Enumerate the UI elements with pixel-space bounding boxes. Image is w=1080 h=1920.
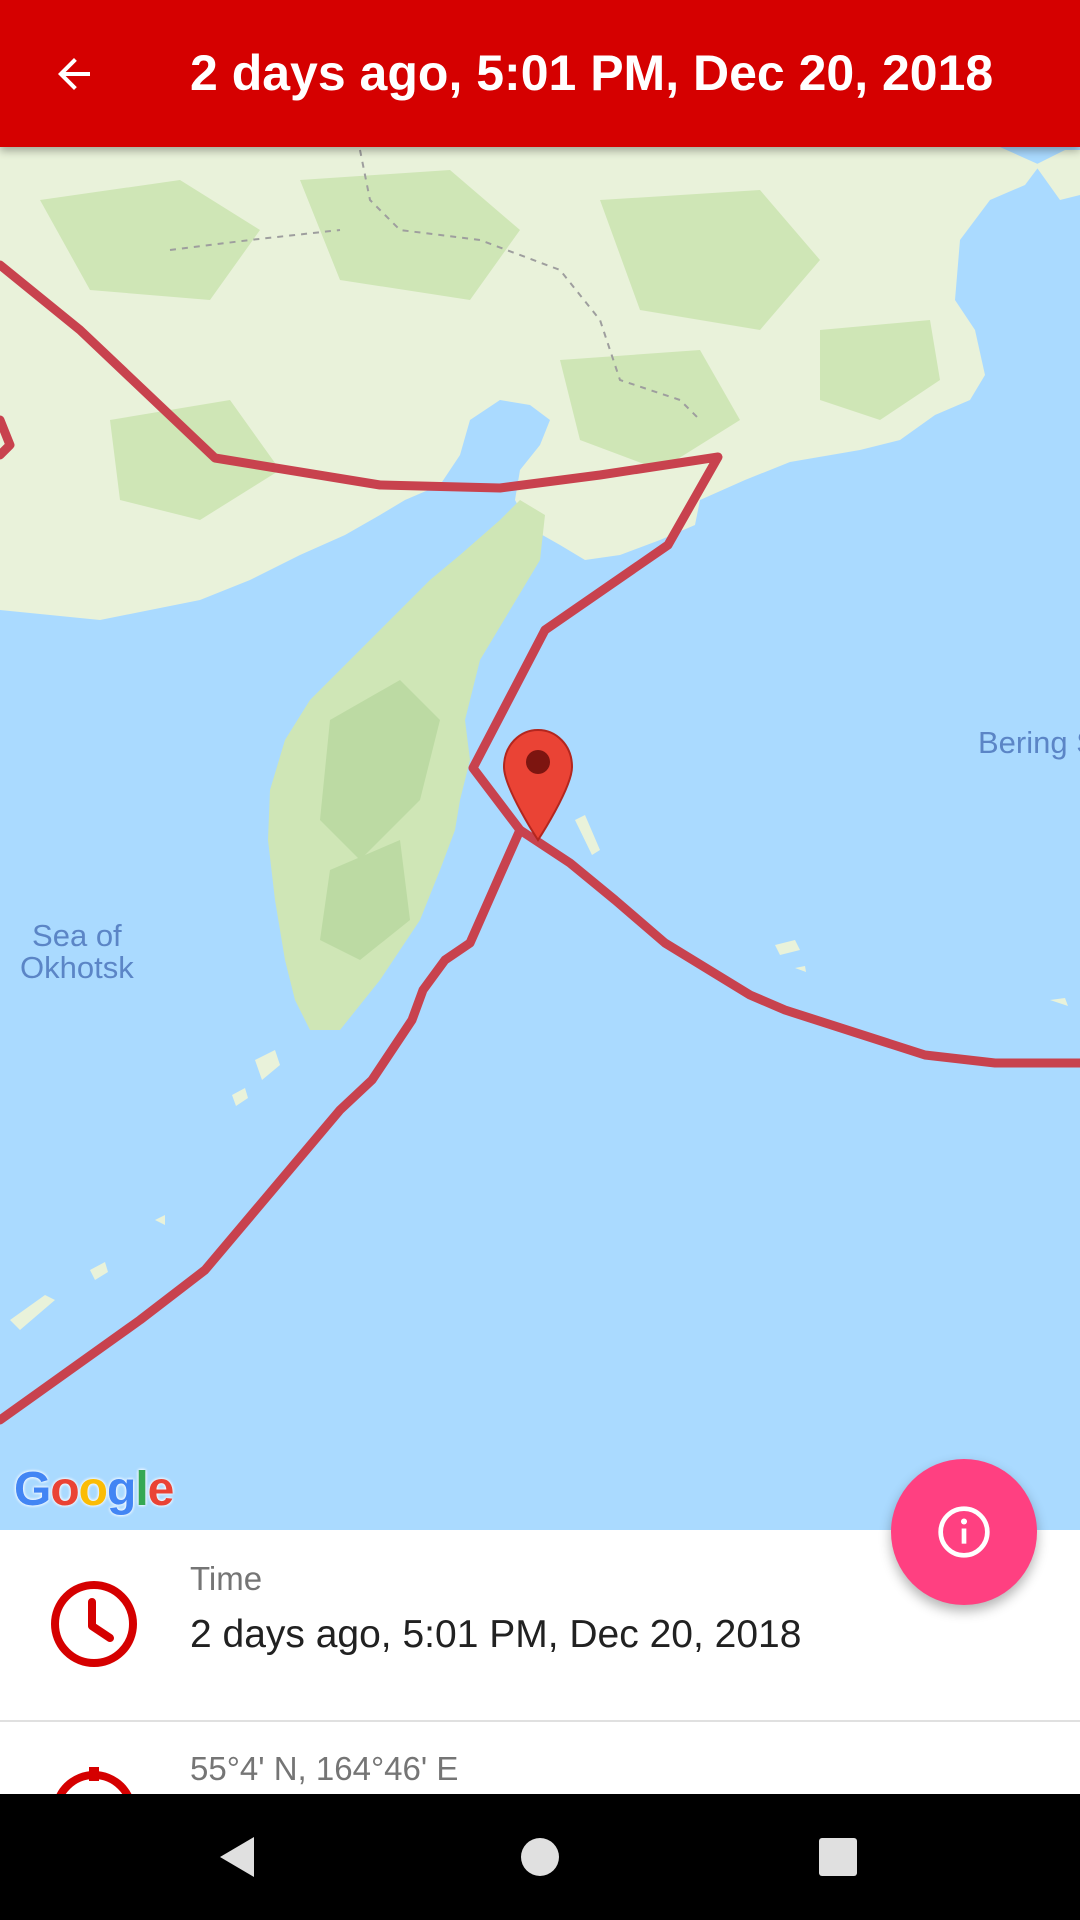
map-label-bering: Bering S xyxy=(978,725,1080,760)
info-icon xyxy=(938,1506,990,1558)
nav-home-button[interactable] xyxy=(495,1812,585,1902)
arrow-back-icon xyxy=(58,58,90,90)
top-app-bar: 2 days ago, 5:01 PM, Dec 20, 2018 xyxy=(0,0,1080,147)
location-row: 55°4' N, 164°46' E xyxy=(0,1722,1080,1794)
map-canvas xyxy=(0,147,1080,1530)
system-nav-bar xyxy=(0,1794,1080,1920)
nav-back-button[interactable] xyxy=(193,1812,283,1902)
nav-back-icon xyxy=(220,1837,254,1877)
back-button[interactable] xyxy=(34,34,114,114)
time-label: Time xyxy=(190,1560,263,1597)
clock-icon xyxy=(51,1581,137,1667)
google-logo: Google xyxy=(14,1463,174,1516)
time-value: 2 days ago, 5:01 PM, Dec 20, 2018 xyxy=(190,1613,802,1656)
map-view[interactable]: Sea of Okhotsk Bering S Google xyxy=(0,147,1080,1530)
location-pin-icon xyxy=(56,1767,132,1794)
app-root: 2 days ago, 5:01 PM, Dec 20, 2018 Sea of… xyxy=(0,0,1080,1920)
nav-recents-icon xyxy=(819,1838,857,1876)
nav-home-icon xyxy=(521,1838,559,1876)
map-label-sea-of-okhotsk: Sea of Okhotsk xyxy=(20,918,134,985)
info-fab-button[interactable] xyxy=(891,1459,1037,1605)
nav-recents-button[interactable] xyxy=(793,1812,883,1902)
page-title: 2 days ago, 5:01 PM, Dec 20, 2018 xyxy=(190,45,994,101)
location-value: 55°4' N, 164°46' E xyxy=(190,1750,459,1787)
